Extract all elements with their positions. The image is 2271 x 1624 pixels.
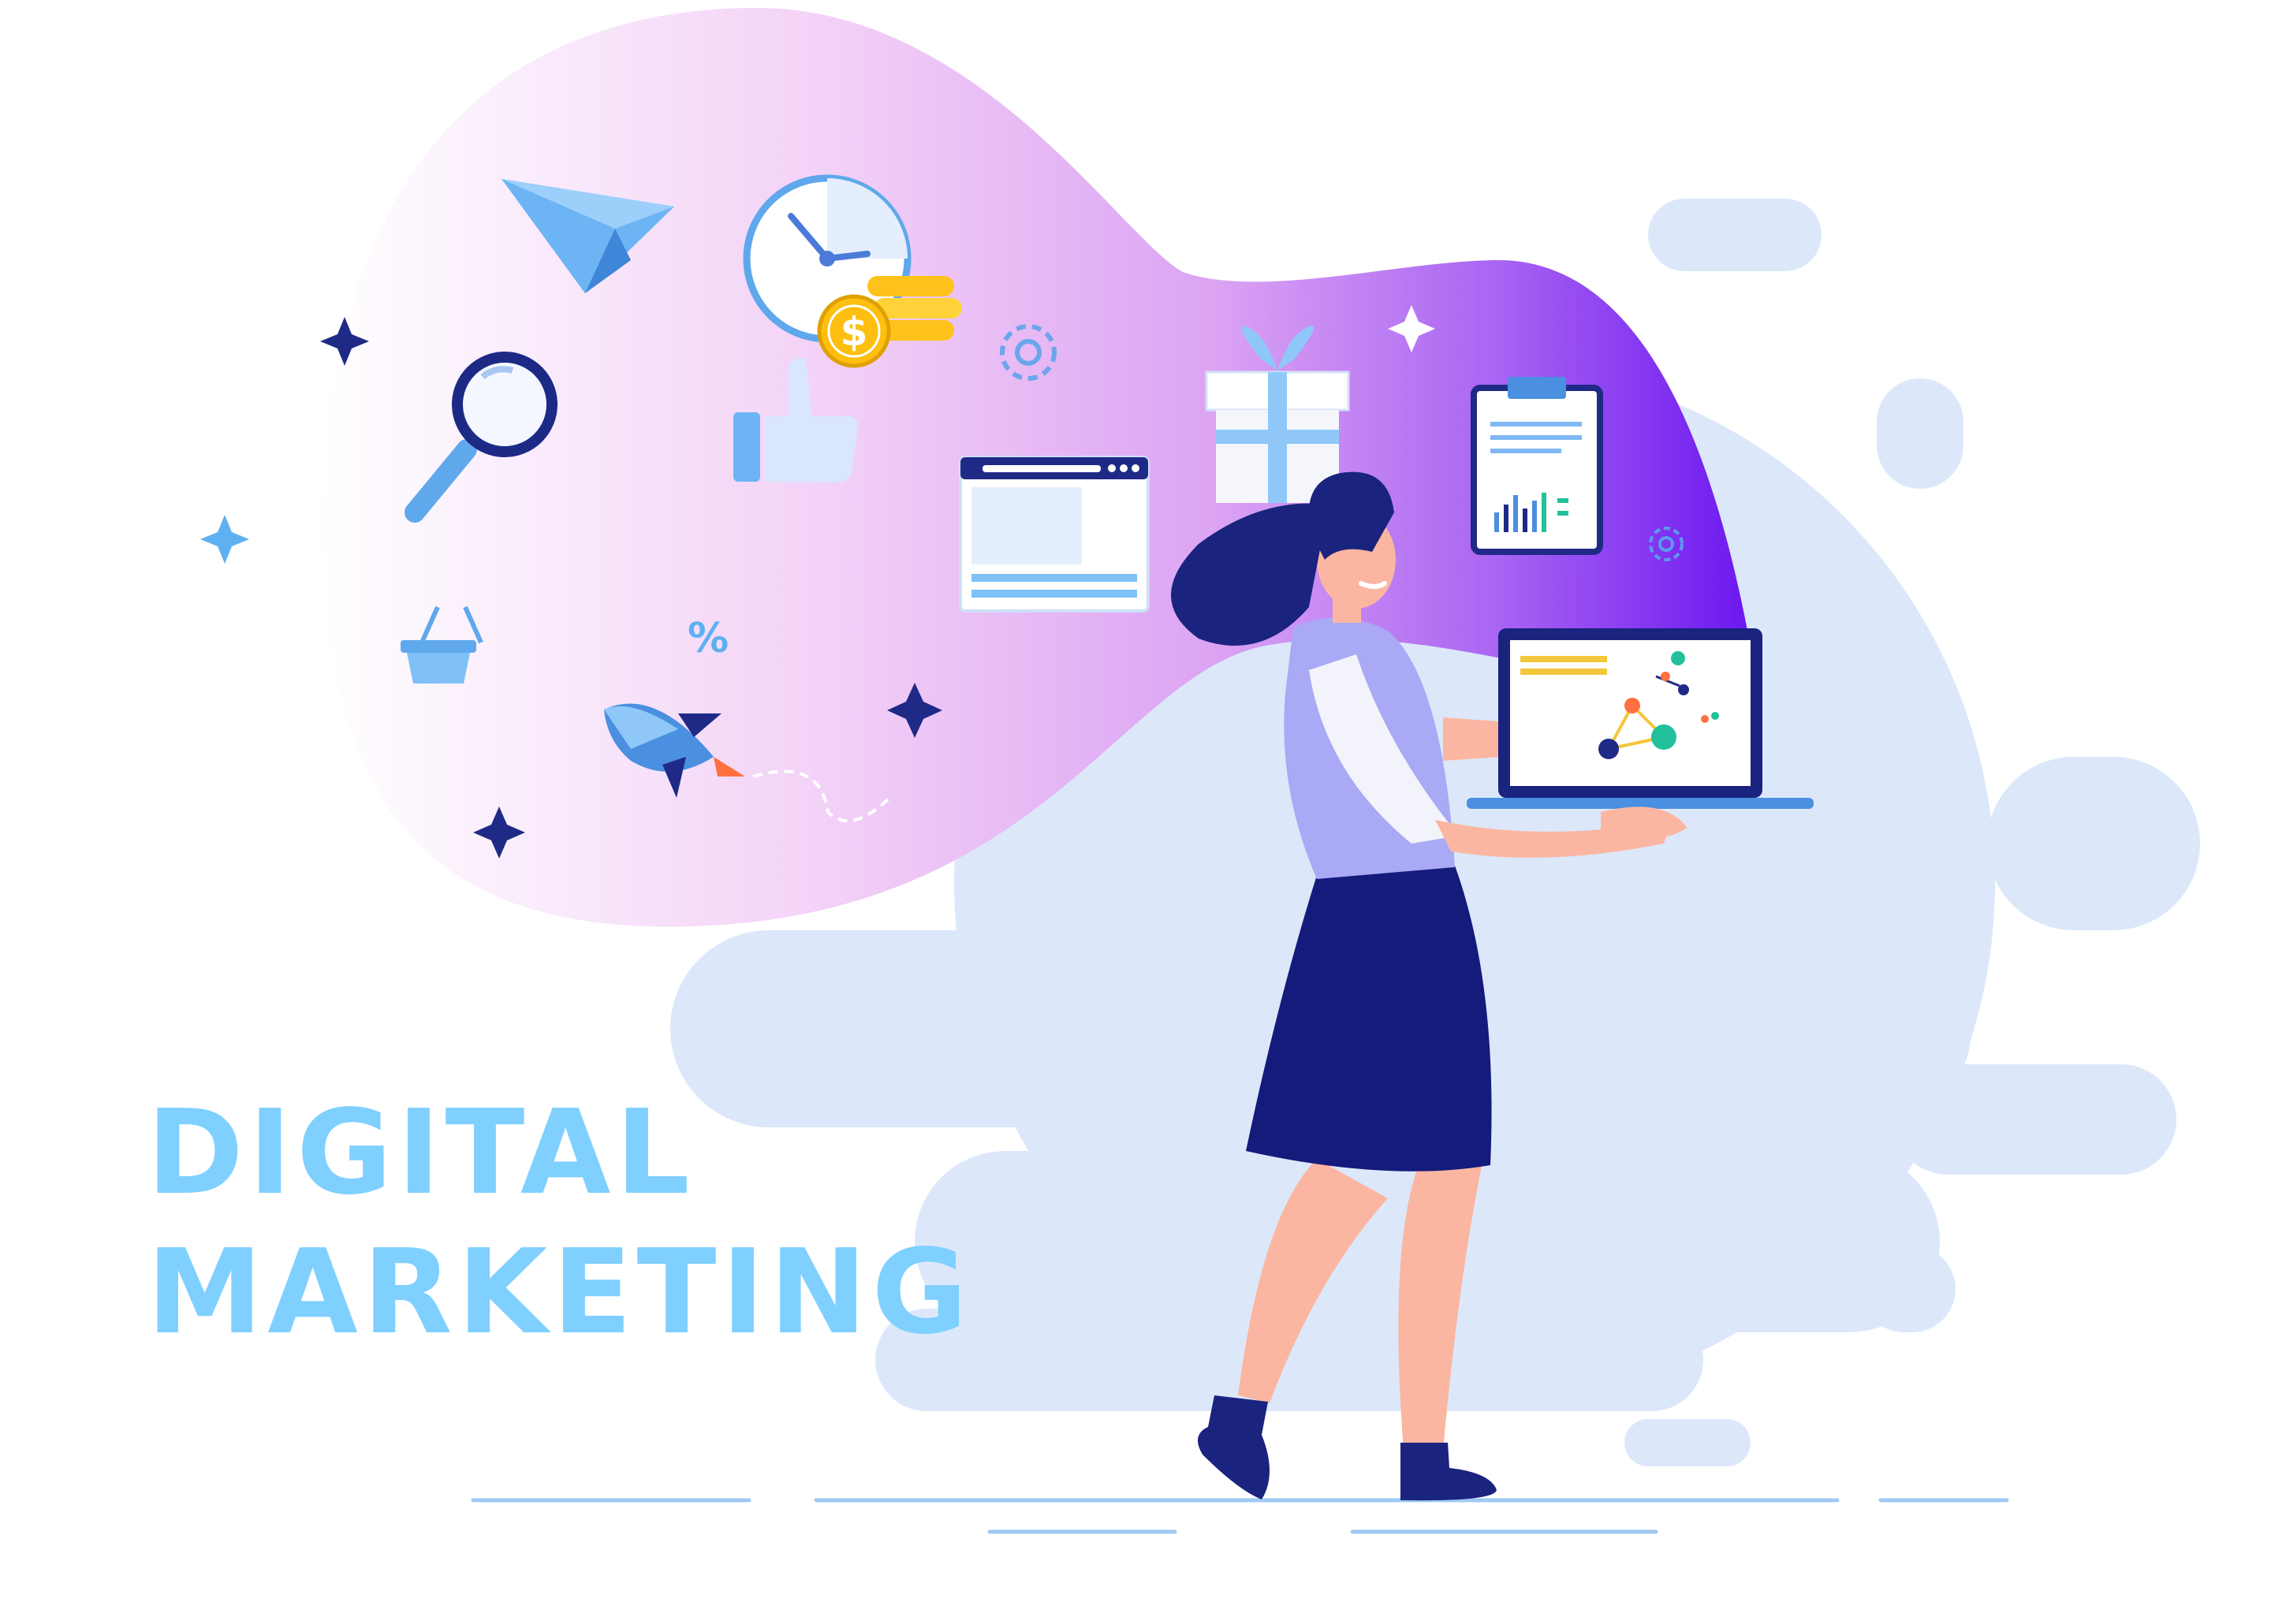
title-digital: DIGITAL (147, 1085, 695, 1220)
sparkle-icon (200, 515, 249, 564)
laptop-icon (1467, 628, 1814, 840)
clipboard-chart-icon (1471, 377, 1603, 555)
browser-window-icon (959, 456, 1150, 613)
digital-marketing-illustration: $ (200, 8, 2200, 1534)
coin-symbol: $ (841, 309, 868, 355)
title-marketing: MARKETING (147, 1224, 972, 1360)
ground-lines (471, 1498, 2009, 1534)
percent-icon: % (688, 615, 729, 662)
